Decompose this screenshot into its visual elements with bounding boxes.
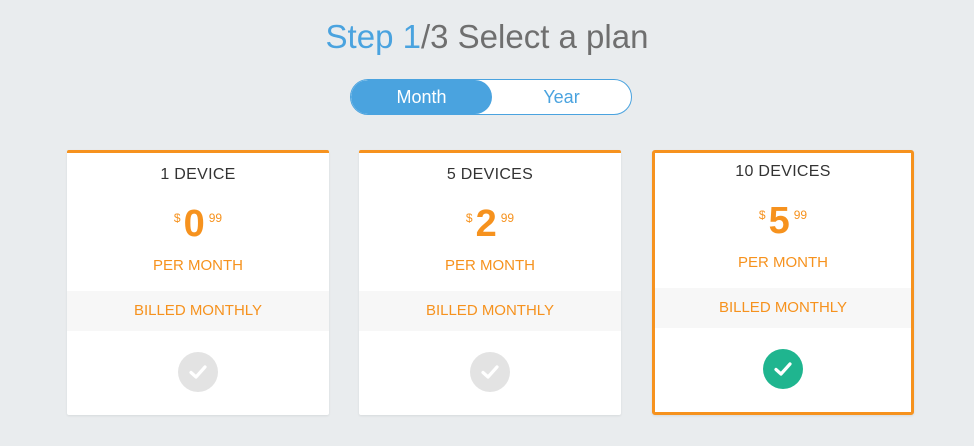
plan-name: 1 DEVICE (160, 166, 236, 183)
toggle-month[interactable]: Month (351, 80, 492, 114)
plan-price: $2 99 (359, 203, 621, 246)
plan-period: PER MONTH (738, 254, 828, 271)
plan-period: PER MONTH (445, 257, 535, 274)
currency-symbol: $ (758, 208, 766, 222)
toggle-year[interactable]: Year (492, 80, 631, 114)
check-icon[interactable] (470, 352, 510, 392)
currency-symbol: $ (173, 211, 181, 225)
price-cents: 99 (793, 208, 808, 222)
step-title-text: /3 Select a plan (420, 18, 649, 55)
price-main: 5 (768, 200, 790, 242)
plan-billing: BILLED MONTHLY (359, 291, 621, 331)
currency-symbol: $ (465, 211, 473, 225)
plan-price: $0 99 (67, 203, 329, 246)
plan-price: $5 99 (655, 200, 911, 243)
step-word: Step (325, 18, 394, 55)
plan-card-5-devices[interactable]: 5 DEVICES $2 99 PER MONTH BILLED MONTHLY (359, 150, 621, 415)
price-cents: 99 (500, 211, 515, 225)
plan-billing: BILLED MONTHLY (655, 288, 911, 328)
price-main: 0 (183, 203, 205, 245)
plan-card-1-device[interactable]: 1 DEVICE $0 99 PER MONTH BILLED MONTHLY (67, 150, 329, 415)
plan-card-10-devices[interactable]: 10 DEVICES $5 99 PER MONTH BILLED MONTHLY (652, 150, 914, 415)
plan-name: 10 DEVICES (735, 163, 831, 180)
plan-name: 5 DEVICES (446, 166, 534, 183)
page-title: Step 1/3 Select a plan (0, 18, 974, 56)
billing-period-toggle: Month Year (350, 79, 632, 115)
step-number: 1 (402, 18, 421, 55)
step-label: Step 1 (326, 18, 421, 55)
price-main: 2 (475, 203, 497, 245)
price-cents: 99 (208, 211, 223, 225)
check-icon[interactable] (178, 352, 218, 392)
plan-billing: BILLED MONTHLY (67, 291, 329, 331)
check-icon[interactable] (763, 349, 803, 389)
plan-period: PER MONTH (153, 257, 243, 274)
